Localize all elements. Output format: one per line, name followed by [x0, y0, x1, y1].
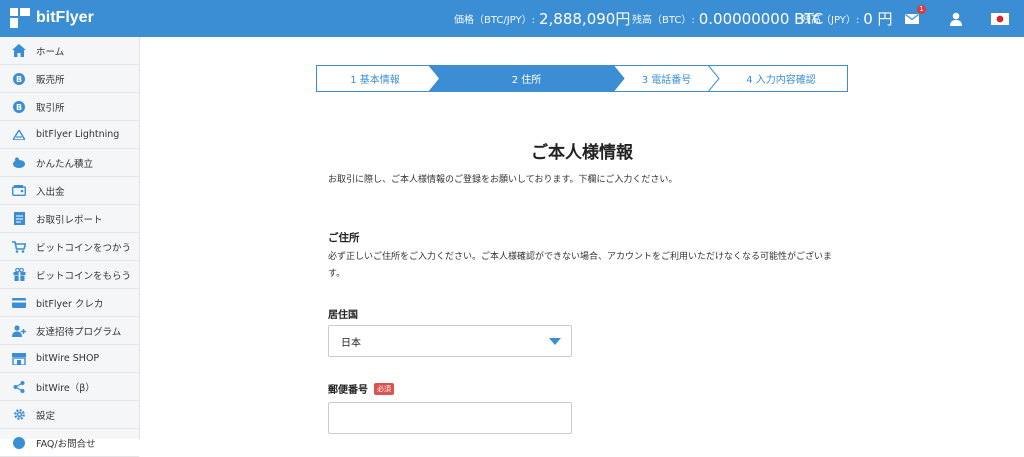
chevron-down-icon [549, 338, 561, 345]
step-4: 4 入力内容確認 [714, 65, 848, 92]
postal-code-label-text: 郵便番号 [328, 385, 368, 396]
sidebar-item-label: 設定 [36, 410, 56, 422]
sidebar-item-label: ホーム [36, 46, 65, 58]
sidebar-item-sales[interactable]: B 販売所 [0, 65, 139, 93]
sidebar-item-label: お取引レポート [36, 214, 103, 226]
country-label: 居住国 [328, 306, 358, 321]
required-badge: 必須 [374, 382, 394, 395]
help-icon [12, 436, 26, 450]
country-label-text: 居住国 [328, 310, 358, 321]
jpy-balance-label: 残高（JPY）: [801, 15, 860, 26]
sidebar-item-shop[interactable]: bitWire SHOP [0, 345, 139, 373]
sidebar-item-label: ビットコインをもらう [36, 270, 132, 282]
sidebar-item-label: bitWire（β） [36, 382, 95, 394]
step-indicator: 1 基本情報 2 住所 3 電話番号 4 入力内容確認 [316, 65, 848, 92]
sidebar-item-label: bitWire SHOP [36, 353, 100, 364]
step-1-label: 1 基本情報 [350, 75, 400, 86]
btc-balance-label: 残高（BTC）: [632, 15, 695, 26]
section-title-address: ご住所 [328, 232, 360, 244]
share-icon [12, 380, 26, 394]
jpy-balance-value: 0 円 [863, 10, 893, 28]
country-select-value: 日本 [341, 337, 361, 349]
invite-icon [12, 324, 26, 338]
sidebar-item-exchange[interactable]: B 取引所 [0, 93, 139, 121]
sidebar-item-label: bitFlyer クレカ [36, 298, 104, 310]
gear-icon [12, 408, 26, 422]
postal-code-label: 郵便番号 必須 [328, 381, 394, 396]
mail-icon [905, 13, 919, 24]
svg-text:B: B [16, 103, 22, 112]
cart-icon [12, 240, 26, 254]
step-3: 3 電話番号 [619, 65, 714, 92]
home-icon [12, 44, 26, 58]
page-lead: お取引に際し、ご本人様情報のご登録をお願いしております。下欄にご入力ください。 [328, 175, 678, 185]
sidebar-item-label: ビットコインをつかう [36, 242, 132, 254]
jpy-balance: 残高（JPY）: 0 円 [801, 0, 893, 37]
step-2-active: 2 住所 [434, 65, 619, 92]
sidebar-item-invite[interactable]: 友達招待プログラム [0, 317, 139, 345]
bitcoin-icon: B [12, 100, 26, 114]
bitcoin-icon: B [12, 72, 26, 86]
sidebar-item-bitwire[interactable]: bitWire（β） [0, 373, 139, 401]
step-2-label: 2 住所 [511, 75, 542, 86]
price-ticker: 価格（BTC/JPY）: 2,888,090円 [454, 0, 630, 37]
sidebar-item-label: FAQ/お問合せ [36, 438, 96, 450]
step-3-label: 3 電話番号 [641, 75, 692, 86]
sidebar-item-get-bitcoin[interactable]: ビットコインをもらう [0, 261, 139, 289]
sidebar-item-faq[interactable]: FAQ/お問合せ [0, 429, 139, 457]
mail-button[interactable]: 1 [894, 0, 930, 37]
sidebar-item-label: 販売所 [36, 74, 65, 86]
sidebar-item-deposit[interactable]: 入出金 [0, 177, 139, 205]
step-4-label: 4 入力内容確認 [746, 75, 816, 86]
user-icon [950, 12, 962, 26]
logo[interactable]: bitFlyer [10, 8, 94, 28]
mail-badge: 1 [917, 5, 926, 14]
account-button[interactable] [938, 0, 974, 37]
sidebar-item-credit-card[interactable]: bitFlyer クレカ [0, 289, 139, 317]
shop-icon [12, 352, 26, 366]
sidebar: ホーム B 販売所 B 取引所 bitFlyer Lightning かんたん積… [0, 37, 140, 457]
step-1: 1 基本情報 [316, 65, 434, 92]
country-select[interactable]: 日本 [328, 325, 572, 357]
sidebar-item-use-bitcoin[interactable]: ビットコインをつかう [0, 233, 139, 261]
svg-text:B: B [16, 75, 22, 84]
price-label: 価格（BTC/JPY）: [454, 15, 535, 26]
sidebar-item-settings[interactable]: 設定 [0, 401, 139, 429]
logo-text: bitFlyer [36, 9, 94, 26]
top-bar: bitFlyer 価格（BTC/JPY）: 2,888,090円 残高（BTC）… [0, 0, 1024, 37]
report-icon [12, 212, 26, 226]
japan-flag-icon [991, 12, 1009, 25]
postal-code-input[interactable] [328, 402, 572, 434]
address-note: 必ず正しいご住所をご入力ください。ご本人様確認ができない場合、アカウントをご利用… [328, 252, 833, 279]
language-button[interactable] [982, 0, 1018, 37]
bitflyer-logo-icon [10, 8, 30, 28]
credit-card-icon [12, 296, 26, 310]
btc-balance: 残高（BTC）: 0.00000000 BTC [632, 0, 823, 37]
sidebar-item-label: 取引所 [36, 102, 65, 114]
wallet-icon [12, 184, 26, 198]
sidebar-item-label: 入出金 [36, 186, 65, 198]
page-title: ご本人様情報 [531, 143, 633, 163]
gift-icon [12, 268, 26, 282]
sidebar-item-home[interactable]: ホーム [0, 37, 139, 65]
sidebar-item-label: 友達招待プログラム [36, 326, 122, 338]
sidebar-item-report[interactable]: お取引レポート [0, 205, 139, 233]
price-value: 2,888,090円 [538, 10, 631, 28]
